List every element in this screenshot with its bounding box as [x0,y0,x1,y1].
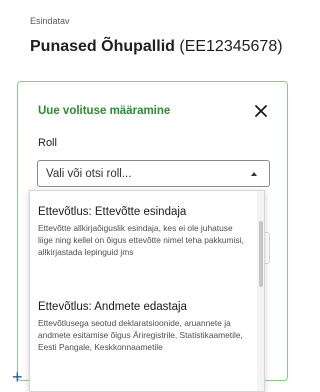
entity-name: Punased Õhupallid [30,38,175,55]
close-icon [255,105,267,117]
dialog-title: Uue volituse määramine [38,105,171,117]
page-title: Punased Õhupallid (EE12345678) [30,38,283,56]
role-dropdown-list: Ettevõtlus: Ettevõtte esindaja Ettevõtte… [29,190,265,392]
caret-up-icon[interactable] [251,172,257,176]
role-label: Roll [38,137,57,149]
role-search-input[interactable] [46,161,236,186]
close-button[interactable] [251,101,271,121]
scrollbar[interactable] [257,191,264,391]
role-select[interactable] [37,160,270,187]
role-option-description: Ettevõtte allkirjaõiguslik esindaja, kes… [38,223,244,258]
entity-code: (EE12345678) [179,38,283,55]
role-option[interactable]: Ettevõtlus: Andmete edastaja Ettevõtluse… [30,300,255,354]
role-option-title: Ettevõtlus: Andmete edastaja [38,301,187,313]
add-icon[interactable]: + [12,368,23,386]
role-option[interactable]: Ettevõtlus: Ettevõtte esindaja Ettevõtte… [30,205,255,259]
role-option-title: Ettevõtlus: Ettevõtte esindaja [38,206,187,218]
role-option-description: Ettevõtlusega seotud deklaratsioonide, a… [38,318,243,353]
breadcrumb-label: Esindatav [30,16,70,26]
scrollbar-thumb[interactable] [259,221,263,287]
